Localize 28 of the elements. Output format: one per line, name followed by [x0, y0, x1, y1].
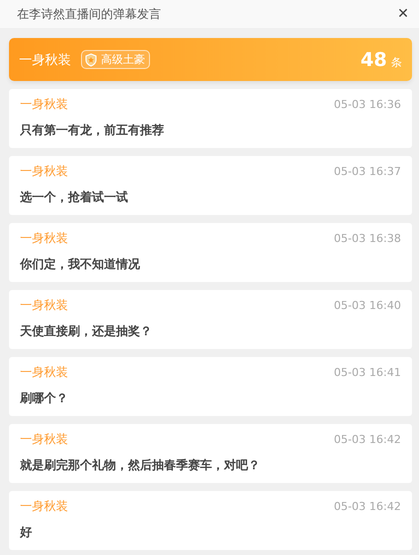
- message-text: 刷哪个？: [20, 390, 69, 407]
- message-time: 05-03 16:38: [334, 232, 401, 245]
- message-time: 05-03 16:41: [334, 366, 401, 379]
- message-count: 48: [360, 48, 387, 70]
- message-time: 05-03 16:42: [334, 500, 401, 513]
- window-title: 在李诗然直播间的弹幕发言: [17, 6, 161, 22]
- count-unit: 条: [391, 55, 402, 70]
- message-text: 只有第一有龙，前五有推荐: [20, 122, 165, 139]
- message-time: 05-03 16:42: [334, 433, 401, 446]
- sender-name: 一身秋装: [20, 163, 68, 180]
- sender-name: 一身秋装: [20, 230, 68, 247]
- sender-name: 一身秋装: [20, 498, 68, 515]
- level-badge: 高级土豪: [81, 50, 150, 69]
- message-time: 05-03 16:37: [334, 165, 401, 178]
- message-time: 05-03 16:36: [334, 98, 401, 111]
- user-name: 一身秋装: [19, 52, 71, 68]
- sender-name: 一身秋装: [20, 431, 68, 448]
- sender-name: 一身秋装: [20, 297, 68, 314]
- sender-name: 一身秋装: [20, 96, 68, 113]
- message-text: 就是刷完那个礼物，然后抽春季赛车，对吧？: [20, 457, 261, 474]
- message-time: 05-03 16:40: [334, 299, 401, 312]
- message-text: 你们定，我不知道情况: [20, 256, 141, 273]
- sender-name: 一身秋装: [20, 364, 68, 381]
- message-text: 选一个，抢着试一试: [20, 189, 129, 206]
- close-button[interactable]: ✕: [397, 6, 409, 22]
- shield-star-icon: [84, 52, 98, 66]
- message-text: 天使直接刷，还是抽奖？: [20, 323, 153, 340]
- message-text: 好: [20, 524, 33, 541]
